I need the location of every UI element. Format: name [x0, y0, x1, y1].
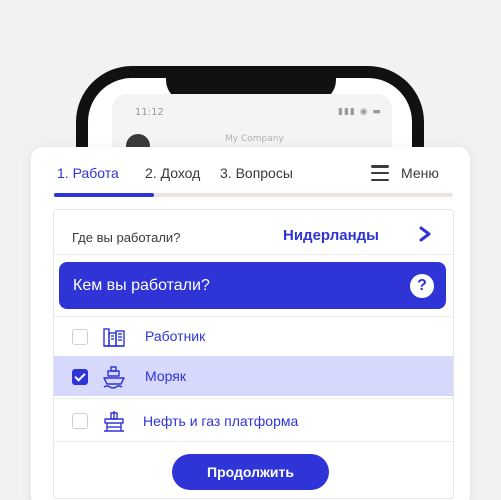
oil-rig-icon	[104, 411, 124, 432]
option-label: Работник	[145, 328, 206, 344]
tab-income[interactable]: 2. Доход	[145, 165, 200, 181]
help-icon[interactable]: ?	[410, 274, 434, 298]
tab-work[interactable]: 1. Работа	[57, 165, 119, 181]
factory-icon	[103, 328, 125, 347]
ship-icon	[103, 366, 125, 389]
country-row[interactable]: Где вы работали? Нидерланды	[54, 210, 453, 255]
progress-fill	[54, 193, 154, 197]
menu-label: Меню	[401, 165, 439, 181]
step-tabs: 1. Работа 2. Доход 3. Вопросы Меню	[31, 147, 470, 197]
option-worker[interactable]: Работник	[54, 316, 453, 356]
option-sailor[interactable]: Моряк	[54, 356, 453, 396]
phone-status-icons: ▮▮▮ ◉ ▬	[338, 107, 382, 117]
work-panel: Где вы работали? Нидерланды Кем вы работ…	[53, 209, 454, 499]
question-title: Кем вы работали?	[73, 277, 210, 294]
question-header: Кем вы работали? ?	[59, 262, 446, 309]
phone-time: 11:12	[135, 107, 164, 118]
questionnaire-card: 1. Работа 2. Доход 3. Вопросы Меню Где в…	[31, 147, 470, 500]
checkbox[interactable]	[72, 329, 88, 345]
checkbox[interactable]	[72, 369, 88, 385]
phone-company-label: My Company	[225, 134, 284, 144]
option-oil-gas-platform[interactable]: Нефть и газ платформа	[54, 398, 453, 442]
chevron-right-icon[interactable]	[418, 226, 432, 242]
hamburger-icon	[371, 165, 389, 181]
continue-button[interactable]: Продолжить	[172, 454, 329, 490]
option-label: Нефть и газ платформа	[143, 413, 299, 429]
option-label: Моряк	[145, 368, 186, 384]
country-value[interactable]: Нидерланды	[283, 227, 379, 244]
country-label: Где вы работали?	[72, 230, 181, 245]
progress-bar	[54, 193, 453, 197]
tab-questions[interactable]: 3. Вопросы	[220, 165, 293, 181]
checkbox[interactable]	[72, 413, 88, 429]
menu-button[interactable]: Меню	[371, 165, 439, 181]
